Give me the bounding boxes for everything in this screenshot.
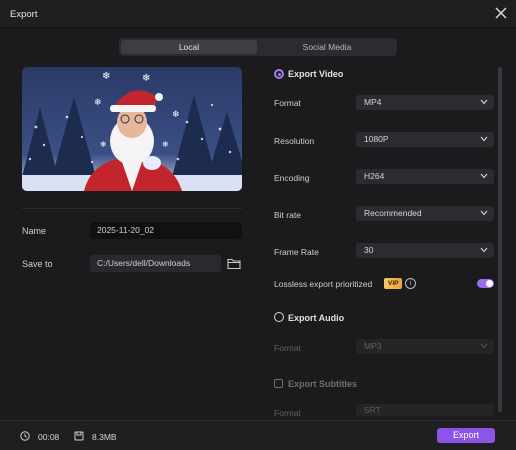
info-icon[interactable]: i: [405, 278, 416, 289]
svg-text:❄: ❄: [142, 73, 150, 84]
subtitle-format-value: SRT: [364, 405, 381, 415]
name-label: Name: [22, 226, 47, 236]
export-video-heading: Export Video: [288, 69, 344, 79]
scrollbar-thumb[interactable]: [498, 67, 502, 412]
file-size-text: 8.3MB: [92, 432, 117, 442]
save-to-label: Save to: [22, 259, 53, 269]
title-bar: Export: [0, 0, 516, 28]
chevron-down-icon: [480, 136, 488, 142]
bitrate-value: Recommended: [364, 208, 422, 218]
export-video-radio[interactable]: [274, 69, 284, 79]
footer-bar: 00:08 8.3MB Export: [0, 420, 516, 450]
audio-format-value: MP3: [364, 341, 382, 351]
folder-icon[interactable]: [227, 257, 241, 270]
storage-icon: [74, 431, 84, 441]
svg-text:❄: ❄: [94, 97, 102, 107]
vip-badge: VIP: [384, 278, 403, 289]
duration-text: 00:08: [38, 432, 60, 442]
svg-text:❄: ❄: [172, 109, 180, 119]
encoding-label: Encoding: [274, 173, 310, 183]
video-format-select[interactable]: MP4: [356, 95, 494, 110]
video-format-label: Format: [274, 98, 301, 108]
svg-text:❄: ❄: [162, 140, 169, 149]
video-preview-thumbnail: ❄ ❄ ❄ ❄ ❄ ❄: [22, 67, 242, 191]
resolution-label: Resolution: [274, 136, 315, 146]
resolution-select[interactable]: 1080P: [356, 132, 494, 147]
lossless-toggle[interactable]: [477, 279, 494, 288]
export-button[interactable]: Export: [437, 428, 495, 443]
tab-local[interactable]: Local: [121, 40, 257, 54]
clock-icon: [20, 431, 30, 441]
left-divider: [22, 208, 242, 209]
chevron-down-icon: [480, 210, 488, 216]
export-tabs: Local Social Media: [119, 38, 397, 56]
bitrate-select[interactable]: Recommended: [356, 206, 494, 221]
svg-text:❄: ❄: [100, 140, 107, 149]
subtitle-format-label: Format: [274, 408, 301, 418]
chevron-down-icon: [480, 247, 488, 253]
audio-format-label: Format: [274, 343, 301, 353]
resolution-value: 1080P: [364, 134, 389, 144]
chevron-down-icon: [480, 343, 488, 349]
encoding-value: H264: [364, 171, 385, 181]
window-title: Export: [10, 9, 38, 20]
close-icon[interactable]: [493, 5, 509, 21]
video-format-value: MP4: [364, 97, 382, 107]
export-audio-heading: Export Audio: [288, 313, 345, 323]
export-subtitles-checkbox[interactable]: [274, 379, 283, 388]
lossless-label: Lossless export prioritized: [274, 279, 373, 289]
encoding-select[interactable]: H264: [356, 169, 494, 184]
framerate-value: 30: [364, 245, 374, 255]
subtitle-format-select[interactable]: SRT: [356, 404, 494, 416]
name-input[interactable]: 2025-11-20_02: [90, 222, 242, 239]
framerate-select[interactable]: 30: [356, 243, 494, 258]
chevron-down-icon: [480, 99, 488, 105]
tab-social-media[interactable]: Social Media: [259, 40, 395, 54]
save-path-field[interactable]: C:/Users/dell/Downloads: [90, 255, 221, 272]
bitrate-label: Bit rate: [274, 210, 301, 220]
export-audio-radio[interactable]: [274, 312, 284, 322]
svg-text:❄: ❄: [102, 71, 110, 82]
audio-format-select[interactable]: MP3: [356, 339, 494, 354]
framerate-label: Frame Rate: [274, 247, 319, 257]
chevron-down-icon: [480, 173, 488, 179]
export-subtitles-heading: Export Subtitles: [288, 379, 358, 389]
